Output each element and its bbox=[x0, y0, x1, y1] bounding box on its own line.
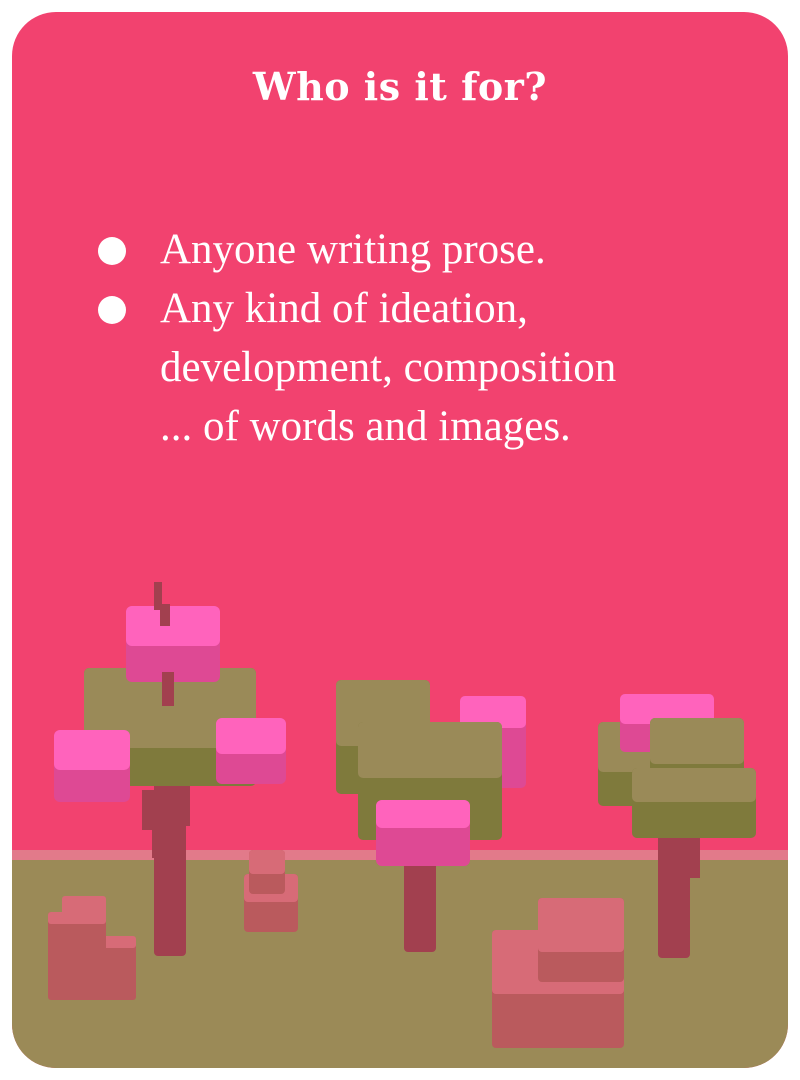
bullet-dot-icon bbox=[98, 237, 126, 265]
info-card: Who is it for? Anyone writing prose. Any… bbox=[12, 12, 788, 1068]
bullet-item: Any kind of ideation, development, compo… bbox=[94, 279, 734, 456]
voxel-trees-illustration bbox=[12, 582, 788, 1068]
bullet-text: ... of words and images. bbox=[160, 403, 571, 450]
card-title: Who is it for? bbox=[252, 64, 548, 109]
bullet-item: Anyone writing prose. bbox=[94, 220, 734, 279]
bullet-dot-icon bbox=[98, 296, 126, 324]
bullet-text: Anyone writing prose. bbox=[160, 226, 546, 273]
bullet-text: development, composition bbox=[160, 344, 617, 391]
bullet-list: Anyone writing prose. Any kind of ideati… bbox=[94, 220, 734, 456]
bullet-text: Any kind of ideation, bbox=[160, 285, 528, 332]
